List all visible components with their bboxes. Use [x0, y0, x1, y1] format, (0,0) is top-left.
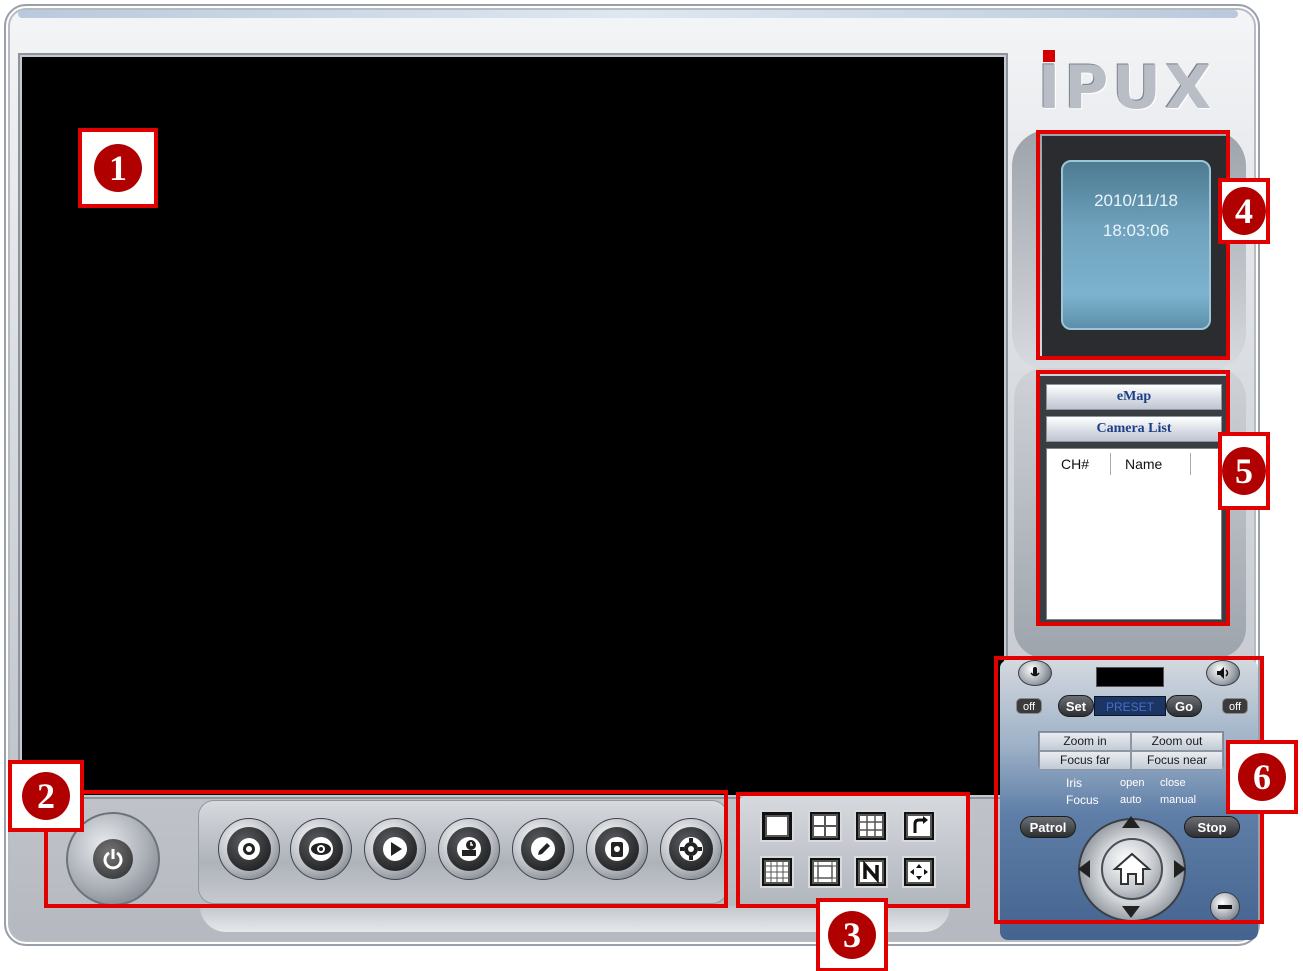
callout-3: 3 [816, 898, 888, 971]
callout-3-number: 3 [828, 911, 876, 959]
callout-4: 4 [1218, 178, 1270, 244]
highlight-3 [736, 792, 970, 908]
callout-5: 5 [1218, 432, 1270, 510]
callout-6: 6 [1226, 740, 1298, 814]
callout-6-number: 6 [1238, 753, 1286, 801]
callout-1: 1 [78, 128, 158, 208]
highlight-5 [1036, 370, 1230, 626]
highlight-6 [994, 656, 1264, 924]
live-video-viewport[interactable] [20, 55, 1006, 797]
callout-2-number: 2 [22, 772, 70, 820]
callout-5-number: 5 [1222, 447, 1266, 495]
highlight-2 [44, 790, 728, 908]
highlight-4 [1036, 130, 1230, 360]
frame-top-strip [18, 10, 1238, 18]
callout-4-number: 4 [1222, 187, 1266, 235]
callout-2: 2 [8, 760, 84, 832]
callout-1-number: 1 [94, 144, 142, 192]
ipux-logo: IPUX [1038, 53, 1216, 123]
